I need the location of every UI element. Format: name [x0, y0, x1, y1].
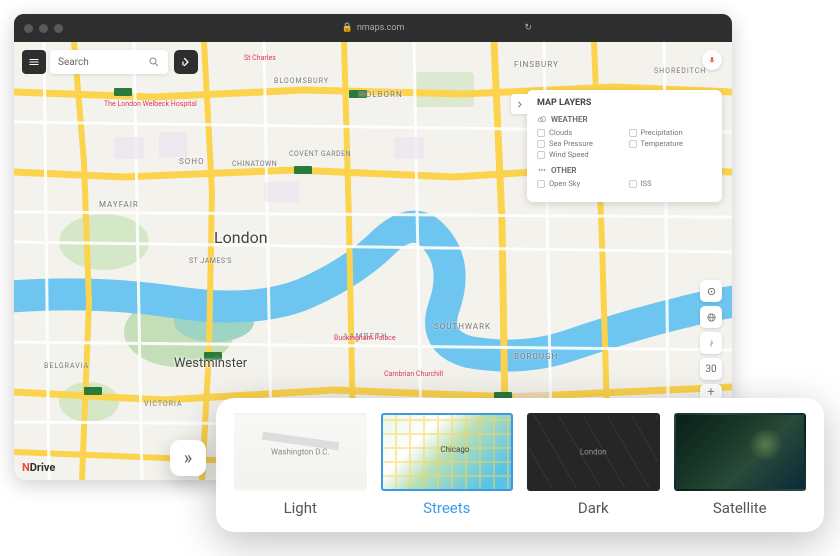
traffic-lights — [24, 24, 63, 33]
microphone-icon — [708, 56, 716, 64]
tilt-button[interactable]: 30 — [700, 358, 722, 380]
weather-icon — [537, 114, 547, 124]
other-layers-grid: Open Sky ISS — [537, 179, 712, 188]
checkbox[interactable] — [629, 180, 637, 188]
style-label: Light — [284, 499, 317, 517]
globe-icon — [706, 312, 717, 323]
style-option-light[interactable]: Washington D.C. Light — [234, 413, 367, 517]
locate-icon — [706, 286, 717, 297]
style-preview-dark: London — [527, 413, 660, 491]
layer-clouds[interactable]: Clouds — [537, 128, 621, 137]
title-bar: 🔒 nmaps.com ↻ — [14, 14, 732, 42]
layers-panel: MAP LAYERS WEATHER Clouds Precipitation … — [527, 90, 722, 202]
tilt-label: 30 — [705, 364, 716, 375]
style-selector: Washington D.C. Light Chicago Streets Lo… — [216, 398, 824, 532]
layer-sea-pressure[interactable]: Sea Pressure — [537, 139, 621, 148]
search-icon — [148, 56, 160, 68]
url-bar[interactable]: 🔒 nmaps.com — [342, 23, 405, 33]
style-label: Streets — [423, 499, 470, 517]
layer-open-sky[interactable]: Open Sky — [537, 179, 621, 188]
style-option-dark[interactable]: London Dark — [527, 413, 660, 517]
maximize-window-button[interactable] — [54, 24, 63, 33]
style-label: Satellite — [713, 499, 767, 517]
compass-button[interactable] — [700, 332, 722, 354]
checkbox[interactable] — [537, 151, 545, 159]
chevron-right-icon — [515, 100, 524, 109]
chevron-right-double-icon: » — [184, 448, 192, 469]
directions-button[interactable] — [174, 50, 198, 74]
weather-section-header: WEATHER — [537, 114, 712, 124]
style-preview-streets: Chicago — [381, 413, 514, 491]
style-label: Dark — [578, 499, 609, 517]
lock-icon: 🔒 — [342, 23, 353, 33]
directions-icon — [180, 56, 192, 68]
logo: NDrive — [22, 461, 55, 474]
search-input[interactable]: Search — [50, 50, 168, 74]
checkbox[interactable] — [537, 129, 545, 137]
style-preview-light: Washington D.C. — [234, 413, 367, 491]
search-placeholder: Search — [58, 57, 148, 68]
menu-button[interactable] — [22, 50, 46, 74]
layers-panel-toggle[interactable] — [511, 94, 527, 114]
layer-precipitation[interactable]: Precipitation — [629, 128, 713, 137]
style-preview-satellite — [674, 413, 807, 491]
compass-icon — [706, 338, 717, 349]
style-option-streets[interactable]: Chicago Streets — [381, 413, 514, 517]
globe-button[interactable] — [700, 306, 722, 328]
close-window-button[interactable] — [24, 24, 33, 33]
url-text: nmaps.com — [357, 23, 405, 33]
other-icon — [537, 165, 547, 175]
voice-button[interactable] — [702, 50, 722, 70]
locate-button[interactable] — [700, 280, 722, 302]
weather-layers-grid: Clouds Precipitation Sea Pressure Temper… — [537, 128, 712, 159]
layer-wind-speed[interactable]: Wind Speed — [537, 150, 621, 159]
checkbox[interactable] — [629, 129, 637, 137]
refresh-button[interactable]: ↻ — [524, 23, 532, 33]
layer-temperature[interactable]: Temperature — [629, 139, 713, 148]
checkbox[interactable] — [537, 140, 545, 148]
style-selector-toggle[interactable]: » — [170, 440, 206, 476]
minimize-window-button[interactable] — [39, 24, 48, 33]
style-option-satellite[interactable]: Satellite — [674, 413, 807, 517]
other-section-header: OTHER — [537, 165, 712, 175]
hamburger-icon — [28, 56, 40, 68]
layers-title: MAP LAYERS — [537, 98, 712, 108]
layer-iss[interactable]: ISS — [629, 179, 713, 188]
checkbox[interactable] — [629, 140, 637, 148]
checkbox[interactable] — [537, 180, 545, 188]
